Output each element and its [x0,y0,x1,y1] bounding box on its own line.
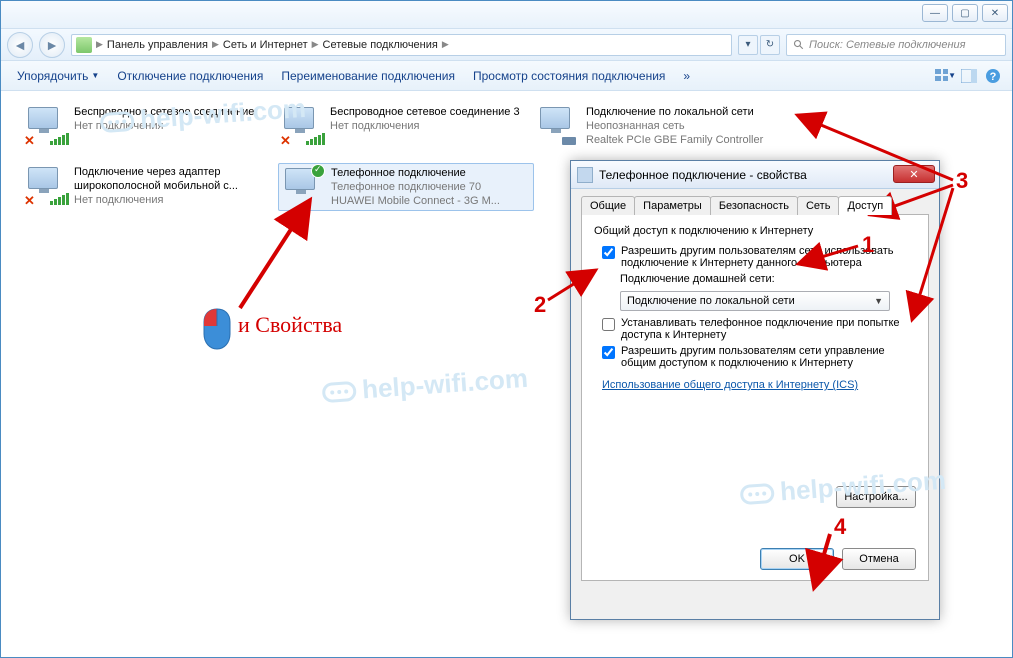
minimize-button[interactable]: — [922,4,948,22]
crumb-network-connections[interactable]: Сетевые подключения [323,39,438,51]
home-net-combo[interactable]: Подключение по локальной сети ▼ [620,291,890,311]
ics-help-link[interactable]: Использование общего доступа к Интернету… [602,379,858,391]
overflow-button[interactable]: » [675,66,698,86]
conn-title: Телефонное подключение [331,166,500,180]
establish-dial-checkbox[interactable] [602,318,615,331]
tab-network[interactable]: Сеть [797,196,839,215]
tab-access[interactable]: Доступ [838,196,892,215]
connected-badge-icon [311,164,325,178]
address-row: ◄ ► ▶ Панель управления ▶ Сеть и Интерне… [1,29,1012,61]
crumb-control-panel[interactable]: Панель управления [107,39,208,51]
conn-status: Нет подключения [330,119,520,133]
access-panel: Общий доступ к подключению к Интернету Р… [581,215,929,581]
dialog-title: Телефонное подключение - свойства [599,168,807,182]
breadcrumb-bar[interactable]: ▶ Панель управления ▶ Сеть и Интернет ▶ … [71,34,732,56]
connection-wireless-3[interactable]: ✕ Беспроводное сетевое соединение 3 Нет … [280,105,530,147]
maximize-button[interactable]: ▢ [952,4,978,22]
chevron-down-icon: ▼ [874,296,883,306]
disable-connection-button[interactable]: Отключение подключения [109,66,271,86]
mouse-icon [202,308,232,350]
conn-device: Realtek PCIe GBE Family Controller [586,133,763,147]
help-button[interactable]: ? [982,65,1004,87]
connection-broadband-mobile[interactable]: ✕ Подключение через адаптер широкополосн… [24,165,274,207]
cancel-button[interactable]: Отмена [842,548,916,570]
conn-device: HUAWEI Mobile Connect - 3G M... [331,194,500,208]
home-net-value: Подключение по локальной сети [627,295,795,307]
view-options-button[interactable]: ▼ [934,65,956,87]
connection-dialup-selected[interactable]: Телефонное подключение Телефонное подклю… [278,163,534,211]
properties-dialog[interactable]: Телефонное подключение - свойства ✕ Общи… [570,160,940,620]
organize-menu[interactable]: Упорядочить ▼ [9,66,107,86]
conn-status: Нет подключения [74,119,254,133]
search-placeholder: Поиск: Сетевые подключения [809,39,966,51]
forward-button[interactable]: ► [39,32,65,58]
connection-lan[interactable]: Подключение по локальной сети Неопознанн… [536,105,786,147]
network-icon [281,166,323,208]
allow-sharing-label: Разрешить другим пользователям сети испо… [621,245,916,269]
conn-title: Беспроводное сетевое соединение 3 [330,105,520,119]
dialog-titlebar[interactable]: Телефонное подключение - свойства ✕ [571,161,939,189]
dialog-tabs: Общие Параметры Безопасность Сеть Доступ [581,195,929,215]
conn-status: Нет подключения [74,193,274,207]
allow-control-checkbox[interactable] [602,346,615,359]
history-dropdown-button[interactable]: ▾ [738,35,758,55]
connection-wireless-1[interactable]: ✕ Беспроводное сетевое соединение Нет по… [24,105,274,147]
conn-status: Телефонное подключение 70 [331,180,500,194]
network-icon: ✕ [24,105,66,147]
control-panel-icon [76,37,92,53]
ok-button[interactable]: OK [760,548,834,570]
conn-title: Подключение по локальной сети [586,105,763,119]
back-button[interactable]: ◄ [7,32,33,58]
preview-pane-button[interactable] [958,65,980,87]
settings-button[interactable]: Настройка... [836,486,916,508]
crumb-network-internet[interactable]: Сеть и Интернет [223,39,308,51]
home-net-label: Подключение домашней сети: [620,273,916,285]
ics-section-title: Общий доступ к подключению к Интернету [594,225,916,237]
conn-title: Беспроводное сетевое соединение [74,105,254,119]
allow-control-label: Разрешить другим пользователям сети упра… [621,345,916,369]
rename-connection-button[interactable]: Переименование подключения [273,66,463,86]
conn-status: Неопознанная сеть [586,119,763,133]
view-status-button[interactable]: Просмотр состояния подключения [465,66,673,86]
search-icon [793,39,805,51]
establish-dial-label: Устанавливать телефонное подключение при… [621,317,916,341]
command-toolbar: Упорядочить ▼ Отключение подключения Пер… [1,61,1012,91]
close-button[interactable]: ✕ [982,4,1008,22]
tab-params[interactable]: Параметры [634,196,711,215]
network-icon: ✕ [280,105,322,147]
conn-title: Подключение через адаптер широкополосной… [74,165,274,193]
dialog-icon [577,167,593,183]
network-icon: ✕ [24,165,66,207]
svg-text:?: ? [990,71,997,83]
titlebar[interactable]: — ▢ ✕ [1,1,1012,29]
network-icon [536,105,578,147]
refresh-button[interactable]: ↻ [760,35,780,55]
search-input[interactable]: Поиск: Сетевые подключения [786,34,1006,56]
dialog-close-button[interactable]: ✕ [893,165,935,183]
allow-sharing-checkbox[interactable] [602,246,615,259]
tab-general[interactable]: Общие [581,196,635,215]
tab-security[interactable]: Безопасность [710,196,798,215]
